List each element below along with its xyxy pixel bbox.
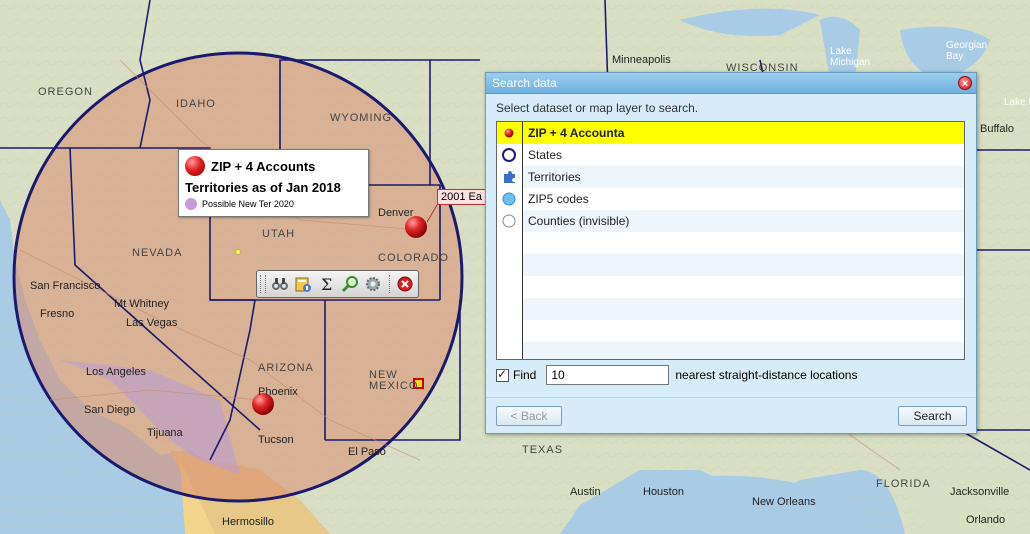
purple-dot-icon [185, 198, 197, 210]
close-icon[interactable] [395, 273, 415, 295]
nearest-label: nearest straight-distance locations [675, 368, 858, 382]
list-item-zip5-codes[interactable]: ZIP5 codes [497, 188, 964, 210]
floating-toolbar: Σ [256, 270, 419, 298]
city-label-las-vegas: Las Vegas [126, 317, 178, 329]
state-label-arizona: ARIZONA [258, 362, 314, 374]
dialog-instruction: Select dataset or map layer to search. [496, 101, 699, 115]
city-label-el-paso: El Paso [348, 446, 386, 458]
legend-title: ZIP + 4 Accounts [211, 158, 316, 174]
state-label-oregon: OREGON [38, 86, 93, 98]
legend-subtitle: Territories as of Jan 2018 [185, 180, 341, 195]
search-button[interactable]: Search [898, 406, 967, 426]
list-item-label: ZIP + 4 Accounta [528, 126, 625, 140]
city-label-san-francisco: San Francisco [30, 280, 101, 292]
find-count-input[interactable] [546, 365, 670, 385]
list-item-label: Counties (invisible) [528, 214, 630, 228]
state-label-texas: TEXAS [522, 444, 564, 456]
city-label-houston: Houston [643, 486, 684, 498]
water-label-lake-huron: Lake Huron [1004, 97, 1030, 108]
find-label: Find [513, 368, 537, 382]
water-label-lake-michigan: Lake Michigan [830, 46, 871, 68]
database-icon[interactable] [293, 273, 313, 295]
city-label-minneapolis: Minneapolis [612, 54, 671, 66]
zoom-icon[interactable] [340, 273, 360, 295]
state-label-nevada: NEVADA [132, 247, 183, 259]
city-label-mt-whitney: Mt Whitney [114, 298, 170, 310]
city-label-denver: Denver [378, 207, 414, 219]
list-item-label: States [528, 148, 563, 162]
state-label-wyoming: WYOMING [330, 112, 392, 124]
red-ball-icon [185, 156, 205, 176]
city-label-hermosillo: Hermosillo [222, 516, 274, 528]
state-label-utah: UTAH [262, 228, 296, 240]
list-item-counties[interactable]: Counties (invisible) [497, 210, 964, 232]
binoculars-icon[interactable] [270, 273, 290, 295]
city-label-buffalo: Buffalo [980, 123, 1015, 135]
list-item-states[interactable]: States [497, 144, 964, 166]
svg-text:Σ: Σ [321, 275, 332, 293]
dialog-titlebar[interactable]: Search data × [486, 73, 976, 94]
city-label-los-angeles: Los Angeles [86, 366, 146, 378]
state-label-florida: FLORIDA [876, 478, 931, 490]
state-label-new-mexico: NEW MEXICO [369, 369, 419, 392]
city-label-phoenix: Phoenix [258, 386, 298, 398]
layer-listbox[interactable]: ZIP + 4 Accounta States Territories ZIP5… [496, 121, 965, 360]
dialog-title: Search data [492, 76, 557, 90]
list-item-territories[interactable]: Territories [497, 166, 964, 188]
toolbar-grip[interactable] [260, 275, 266, 293]
state-label-colorado: COLORADO [378, 252, 449, 264]
water-label-georgian-bay: Georgian Bay [946, 40, 988, 62]
address-callout[interactable]: 2001 Ea [437, 189, 489, 205]
list-item-zip4-accounts[interactable]: ZIP + 4 Accounta [497, 122, 964, 144]
city-label-fresno: Fresno [40, 308, 75, 320]
legend-item-label: Possible New Ter 2020 [202, 199, 294, 209]
list-item-label: ZIP5 codes [528, 192, 589, 206]
city-label-tucson: Tucson [258, 434, 294, 446]
city-label-san-diego: San Diego [84, 404, 136, 416]
back-button[interactable]: < Back [496, 406, 562, 426]
city-label-new-orleans: New Orleans [752, 496, 816, 508]
list-item-label: Territories [528, 170, 581, 184]
city-label-tijuana: Tijuana [147, 427, 183, 439]
settings-icon[interactable] [363, 273, 383, 295]
city-label-jacksonville: Jacksonville [950, 486, 1010, 498]
account-marker-denver [405, 216, 427, 238]
find-row: Find nearest straight-distance locations [496, 365, 857, 385]
city-label-austin: Austin [570, 486, 601, 498]
city-label-orlando: Orlando [966, 514, 1006, 526]
search-data-dialog: Search data × Select dataset or map laye… [485, 72, 977, 434]
state-label-idaho: IDAHO [176, 98, 216, 110]
map-legend[interactable]: ZIP + 4 Accounts Territories as of Jan 2… [178, 149, 369, 217]
close-icon[interactable]: × [958, 76, 972, 90]
sigma-icon[interactable]: Σ [316, 273, 336, 295]
find-checkbox[interactable] [496, 367, 509, 382]
